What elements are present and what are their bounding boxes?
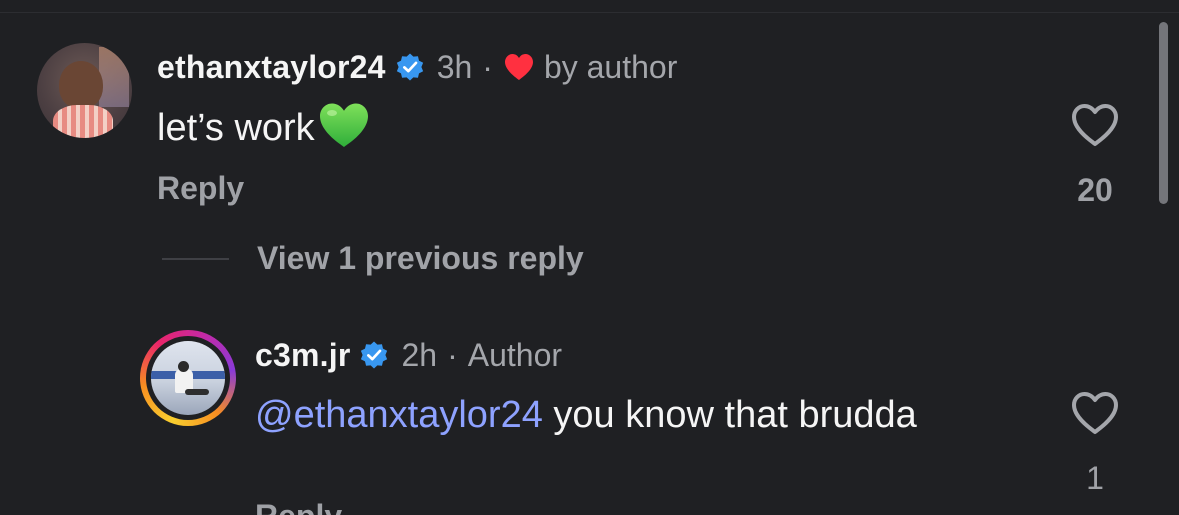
like-count: 1 — [1086, 460, 1104, 496]
comment-header: ethanxtaylor24 3h · by author — [157, 45, 677, 89]
author-liked-heart-icon — [504, 54, 533, 80]
avatar-photo-head — [178, 361, 189, 372]
avatar-photo-face — [59, 61, 103, 109]
separator-dot: · — [482, 48, 493, 85]
green-heart-icon — [319, 103, 368, 147]
reply-button[interactable]: Reply — [255, 498, 342, 515]
view-previous-label[interactable]: View 1 previous reply — [257, 240, 584, 277]
like-heart-icon[interactable] — [1070, 102, 1120, 148]
comment-text: let’s work — [157, 100, 371, 153]
username[interactable]: c3m.jr — [255, 337, 350, 374]
reply-button[interactable]: Reply — [157, 170, 244, 207]
avatar-photo-shirt — [53, 105, 113, 138]
story-ring-avatar[interactable] — [140, 330, 236, 426]
thread-line — [162, 257, 229, 260]
view-previous-replies[interactable]: View 1 previous reply — [162, 240, 584, 277]
comment: ethanxtaylor24 3h · by author let’s work… — [0, 0, 1179, 230]
liked-by-author-label: by author — [543, 48, 678, 85]
separator-dot: · — [447, 336, 458, 373]
avatar-photo-background — [99, 47, 129, 107]
avatar — [151, 341, 225, 415]
reply-header: c3m.jr 2h · Author — [255, 333, 562, 377]
avatar-photo-legs — [185, 389, 209, 395]
username[interactable]: ethanxtaylor24 — [157, 49, 386, 86]
mention-link[interactable]: @ethanxtaylor24 — [255, 394, 543, 436]
comment-time: 3h — [436, 48, 473, 85]
comment-text-content: let’s work — [157, 107, 315, 149]
like-heart-icon[interactable] — [1070, 390, 1120, 436]
like-count: 20 — [1077, 172, 1113, 208]
verified-badge-icon — [396, 53, 423, 81]
avatar[interactable] — [37, 43, 132, 138]
reply-time: 2h — [401, 336, 438, 373]
reply-text: @ethanxtaylor24 you know that brudda — [255, 390, 955, 440]
verified-badge-icon — [361, 341, 388, 369]
author-label: Author — [467, 336, 563, 373]
reply-text-content: you know that brudda — [542, 394, 917, 436]
